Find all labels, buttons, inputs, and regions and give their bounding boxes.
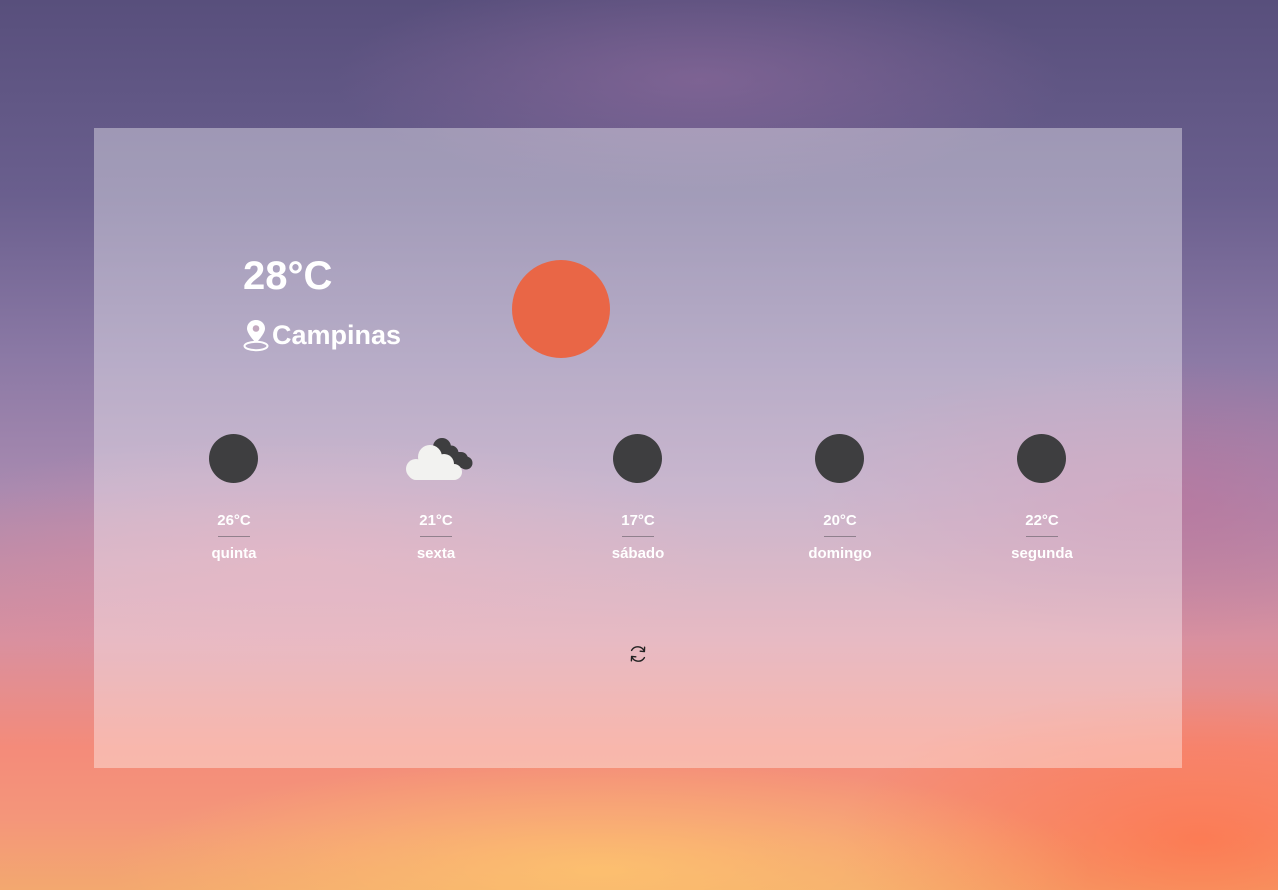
location: Campinas	[243, 318, 401, 352]
refresh-icon[interactable]	[628, 644, 648, 664]
divider	[218, 536, 250, 537]
divider	[622, 536, 654, 537]
forecast-temperature: 22°C	[1025, 512, 1059, 529]
weather-circle-icon	[209, 434, 258, 483]
forecast-temperature: 17°C	[621, 512, 655, 529]
cloud-icon	[406, 438, 473, 480]
forecast-day-name: sexta	[416, 545, 456, 562]
forecast-temperature: 21°C	[419, 512, 453, 529]
weather-card: 28°C Campinas 26°C quinta 21°C sexta 17°…	[94, 128, 1182, 768]
forecast-temperature: 26°C	[217, 512, 251, 529]
sun-icon	[512, 260, 610, 358]
forecast-day-name: domingo	[808, 545, 872, 562]
divider	[824, 536, 856, 537]
weather-circle-icon	[1017, 434, 1066, 483]
weather-circle-icon	[613, 434, 662, 483]
current-weather	[512, 260, 892, 360]
current-temperature: 28°C	[243, 254, 333, 298]
forecast-day-name: segunda	[1011, 545, 1073, 562]
weather-circle-icon	[815, 434, 864, 483]
forecast-day-name: quinta	[211, 545, 257, 562]
divider	[420, 536, 452, 537]
divider	[1026, 536, 1058, 537]
location-pin-icon	[243, 320, 269, 352]
location-name: Campinas	[272, 319, 402, 350]
forecast-temperature: 20°C	[823, 512, 857, 529]
forecast-day-name: sábado	[611, 545, 665, 562]
